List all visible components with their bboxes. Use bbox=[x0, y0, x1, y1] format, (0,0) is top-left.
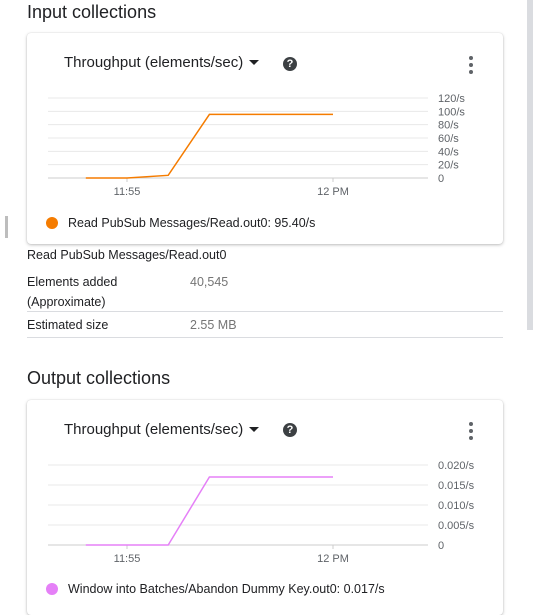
x-tick-label: 11:55 bbox=[114, 553, 141, 565]
output-throughput-chart: 0 0.005/s 0.010/s 0.015/s 0.020/s 11:55 12 PM bbox=[48, 460, 475, 565]
series-line bbox=[85, 476, 333, 546]
y-tick-label: 0 bbox=[438, 540, 444, 552]
y-tick-label: 0.015/s bbox=[438, 480, 475, 492]
y-tick-label: 0.005/s bbox=[438, 520, 475, 532]
x-tick-label: 12 PM bbox=[317, 553, 349, 565]
y-tick-label: 0.010/s bbox=[438, 500, 475, 512]
y-tick-label: 0.020/s bbox=[438, 460, 475, 472]
